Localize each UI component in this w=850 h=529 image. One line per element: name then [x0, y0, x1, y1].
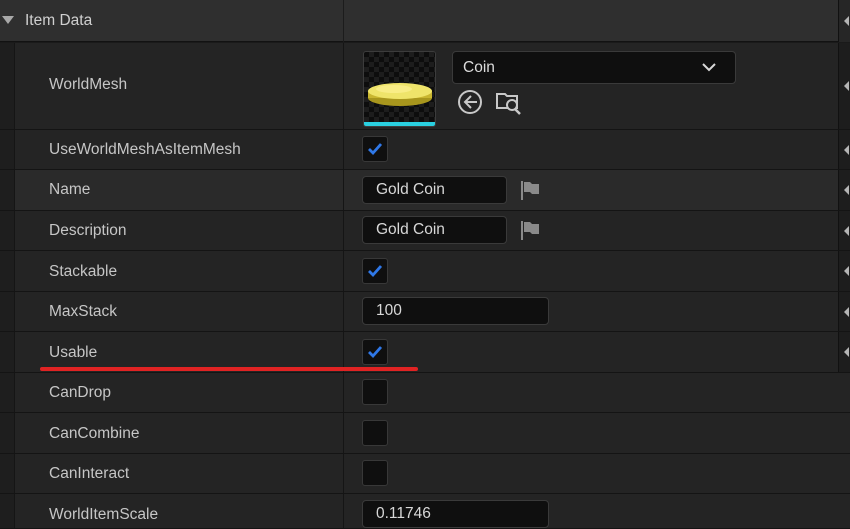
property-row-use-world-mesh: UseWorldMeshAsItemMesh [0, 130, 850, 170]
row-gutter [0, 332, 15, 372]
column-splitter[interactable] [343, 494, 344, 528]
column-splitter[interactable] [343, 170, 344, 210]
can-drop-checkbox[interactable] [362, 379, 388, 405]
row-gutter [0, 43, 15, 129]
category-header-item-data[interactable]: Item Data [0, 0, 850, 42]
coin-icon [368, 83, 432, 106]
right-edge-bar [838, 332, 850, 372]
mesh-dropdown-value: Coin [463, 59, 495, 76]
usable-checkbox[interactable] [362, 339, 388, 365]
collapse-arrow-icon[interactable] [2, 16, 14, 24]
property-row-stackable: Stackable [0, 251, 850, 292]
can-combine-checkbox[interactable] [362, 420, 388, 446]
flag-icon[interactable] [519, 179, 541, 201]
reset-arrow-icon[interactable] [844, 144, 849, 155]
checkmark-icon [368, 265, 383, 278]
browse-folder-search-icon[interactable] [495, 88, 523, 116]
row-gutter [0, 292, 15, 331]
column-splitter[interactable] [343, 0, 344, 42]
property-row-world-mesh: WorldMesh Coin [0, 43, 850, 130]
name-text-field[interactable]: Gold Coin [362, 176, 507, 204]
description-text-field[interactable]: Gold Coin [362, 216, 507, 244]
right-edge-bar [838, 43, 850, 129]
thumbnail-underline [364, 122, 435, 126]
row-gutter [0, 211, 15, 250]
reset-arrow-icon[interactable] [844, 185, 849, 195]
property-label: Usable [49, 344, 98, 361]
property-row-can-drop: CanDrop [0, 373, 850, 413]
row-gutter [0, 413, 15, 453]
row-gutter [0, 251, 15, 291]
property-label: Stackable [49, 263, 118, 280]
coin-mesh-thumbnail[interactable] [363, 51, 436, 127]
property-row-max-stack: MaxStack 100 [0, 292, 850, 332]
property-row-can-combine: CanCombine [0, 413, 850, 454]
property-label: CanDrop [49, 384, 112, 401]
property-row-world-item-scale: WorldItemScale 0.11746 [0, 494, 850, 529]
row-gutter [0, 373, 15, 412]
details-panel: Item Data WorldMesh Coin UseWorldMeshAsI… [0, 0, 850, 529]
row-gutter [0, 130, 15, 169]
max-stack-number-field[interactable]: 100 [362, 297, 549, 325]
property-label: Name [49, 181, 91, 198]
column-splitter[interactable] [343, 292, 344, 331]
red-highlight-underline [40, 367, 418, 371]
flag-icon[interactable] [519, 219, 541, 241]
column-splitter[interactable] [343, 211, 344, 250]
reset-arrow-icon[interactable] [844, 266, 849, 276]
stackable-checkbox[interactable] [362, 258, 388, 284]
right-edge-bar [838, 130, 850, 169]
property-label: CanInteract [49, 465, 130, 482]
property-label: CanCombine [49, 425, 140, 442]
chevron-down-icon [702, 63, 716, 72]
row-gutter [0, 494, 15, 528]
reset-arrow-icon[interactable] [844, 347, 849, 357]
category-title: Item Data [25, 12, 93, 29]
right-edge-bar [838, 211, 850, 250]
column-splitter[interactable] [343, 373, 344, 412]
right-edge-bar [838, 292, 850, 331]
column-splitter[interactable] [343, 454, 344, 493]
right-edge-bar [838, 251, 850, 291]
world-item-scale-number-field[interactable]: 0.11746 [362, 500, 549, 528]
use-selected-arrow-icon[interactable] [456, 88, 484, 116]
property-row-description: Description Gold Coin [0, 211, 850, 251]
checkmark-icon [368, 143, 383, 156]
column-splitter[interactable] [343, 413, 344, 453]
column-splitter[interactable] [343, 251, 344, 291]
column-splitter[interactable] [343, 130, 344, 169]
property-label: WorldItemScale [49, 506, 159, 523]
property-row-can-interact: CanInteract [0, 454, 850, 494]
checkmark-icon [368, 346, 383, 359]
use-world-mesh-checkbox[interactable] [362, 136, 388, 162]
mesh-dropdown[interactable]: Coin [452, 51, 736, 84]
property-label: MaxStack [49, 303, 118, 320]
property-label: UseWorldMeshAsItemMesh [49, 141, 241, 158]
row-gutter [0, 454, 15, 493]
property-label: Description [49, 222, 127, 239]
can-interact-checkbox[interactable] [362, 460, 388, 486]
reset-arrow-icon[interactable] [844, 81, 849, 91]
right-edge-bar [838, 170, 850, 210]
reset-arrow-icon[interactable] [844, 306, 849, 317]
right-edge-bar [838, 0, 850, 42]
column-splitter[interactable] [343, 43, 344, 129]
column-splitter[interactable] [343, 332, 344, 372]
property-label: WorldMesh [49, 76, 128, 93]
reset-arrow-icon[interactable] [844, 16, 849, 26]
property-row-name: Name Gold Coin [0, 170, 850, 211]
reset-arrow-icon[interactable] [844, 225, 849, 236]
row-gutter [0, 170, 15, 210]
